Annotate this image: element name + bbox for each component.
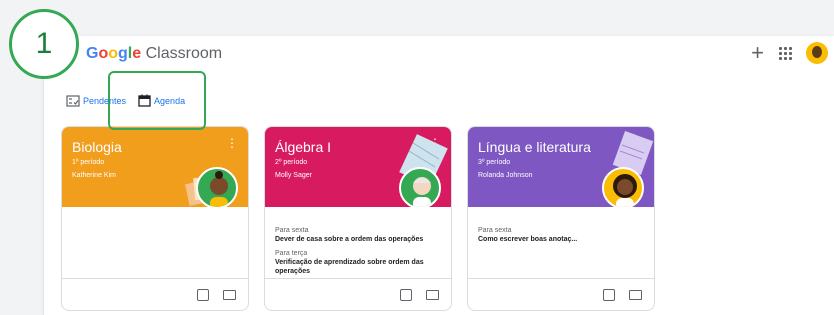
assignment-title[interactable]: Como escrever boas anotaç... — [478, 235, 644, 244]
card-footer — [468, 278, 654, 310]
class-card-lingua[interactable]: Língua e literatura 3º período Rolanda J… — [467, 126, 655, 311]
assignment-title[interactable]: Dever de casa sobre a ordem das operaçõe… — [275, 235, 441, 244]
assignment-item[interactable]: Para sexta Como escrever boas anotaç... — [478, 227, 644, 244]
tab-pendentes-label: Pendentes — [83, 95, 127, 106]
folder-icon[interactable] — [223, 289, 236, 300]
calendar-icon — [138, 94, 151, 107]
teacher-avatar — [399, 167, 441, 209]
teacher-avatar — [602, 167, 644, 209]
teacher-avatar — [196, 167, 238, 209]
card-header: Álgebra I 2º período Molly Sager ⋮ — [265, 127, 451, 209]
view-tabs: Pendentes Agenda — [66, 94, 185, 107]
card-body — [62, 207, 248, 279]
class-card-biologia[interactable]: Biologia 1º período Katherine Kim ⋮ — [61, 126, 249, 311]
card-footer — [62, 278, 248, 310]
card-header: Biologia 1º período Katherine Kim ⋮ — [62, 127, 248, 209]
card-body: Para sexta Como escrever boas anotaç... — [468, 207, 654, 279]
apps-grid-icon[interactable] — [778, 46, 792, 60]
portfolio-icon[interactable] — [400, 288, 412, 301]
step-number: 1 — [35, 27, 53, 60]
card-header: Língua e literatura 3º período Rolanda J… — [468, 127, 654, 209]
due-label: Para sexta — [478, 227, 512, 234]
folder-icon[interactable] — [426, 289, 439, 300]
more-options-icon[interactable]: ⋮ — [226, 137, 238, 149]
assignment-item[interactable]: Para terça Verificação de aprendizado so… — [275, 250, 441, 276]
assignment-item[interactable]: Para sexta Dever de casa sobre a ordem d… — [275, 227, 441, 244]
card-footer — [265, 278, 451, 310]
tab-pendentes[interactable]: Pendentes — [66, 94, 127, 107]
class-title[interactable]: Biologia — [72, 139, 238, 155]
step-callout: 1 — [9, 9, 79, 79]
add-class-button[interactable]: + — [751, 42, 764, 64]
due-label: Para terça — [275, 250, 308, 257]
class-period: 1º período — [72, 159, 105, 166]
due-label: Para sexta — [275, 227, 309, 234]
portfolio-icon[interactable] — [197, 288, 209, 301]
account-avatar[interactable] — [806, 42, 828, 64]
portfolio-icon[interactable] — [603, 288, 615, 301]
assignment-title[interactable]: Verificação de aprendizado sobre ordem d… — [275, 258, 441, 276]
tab-agenda[interactable]: Agenda — [138, 94, 185, 107]
card-body: Para sexta Dever de casa sobre a ordem d… — [265, 207, 451, 279]
google-classroom-logo[interactable]: Google Classroom — [86, 45, 222, 63]
class-card-algebra[interactable]: Álgebra I 2º período Molly Sager ⋮ Para … — [264, 126, 452, 311]
tab-agenda-label: Agenda — [154, 95, 186, 106]
folder-icon[interactable] — [629, 289, 642, 300]
top-bar-actions: + — [751, 42, 828, 64]
todo-icon — [66, 94, 80, 107]
